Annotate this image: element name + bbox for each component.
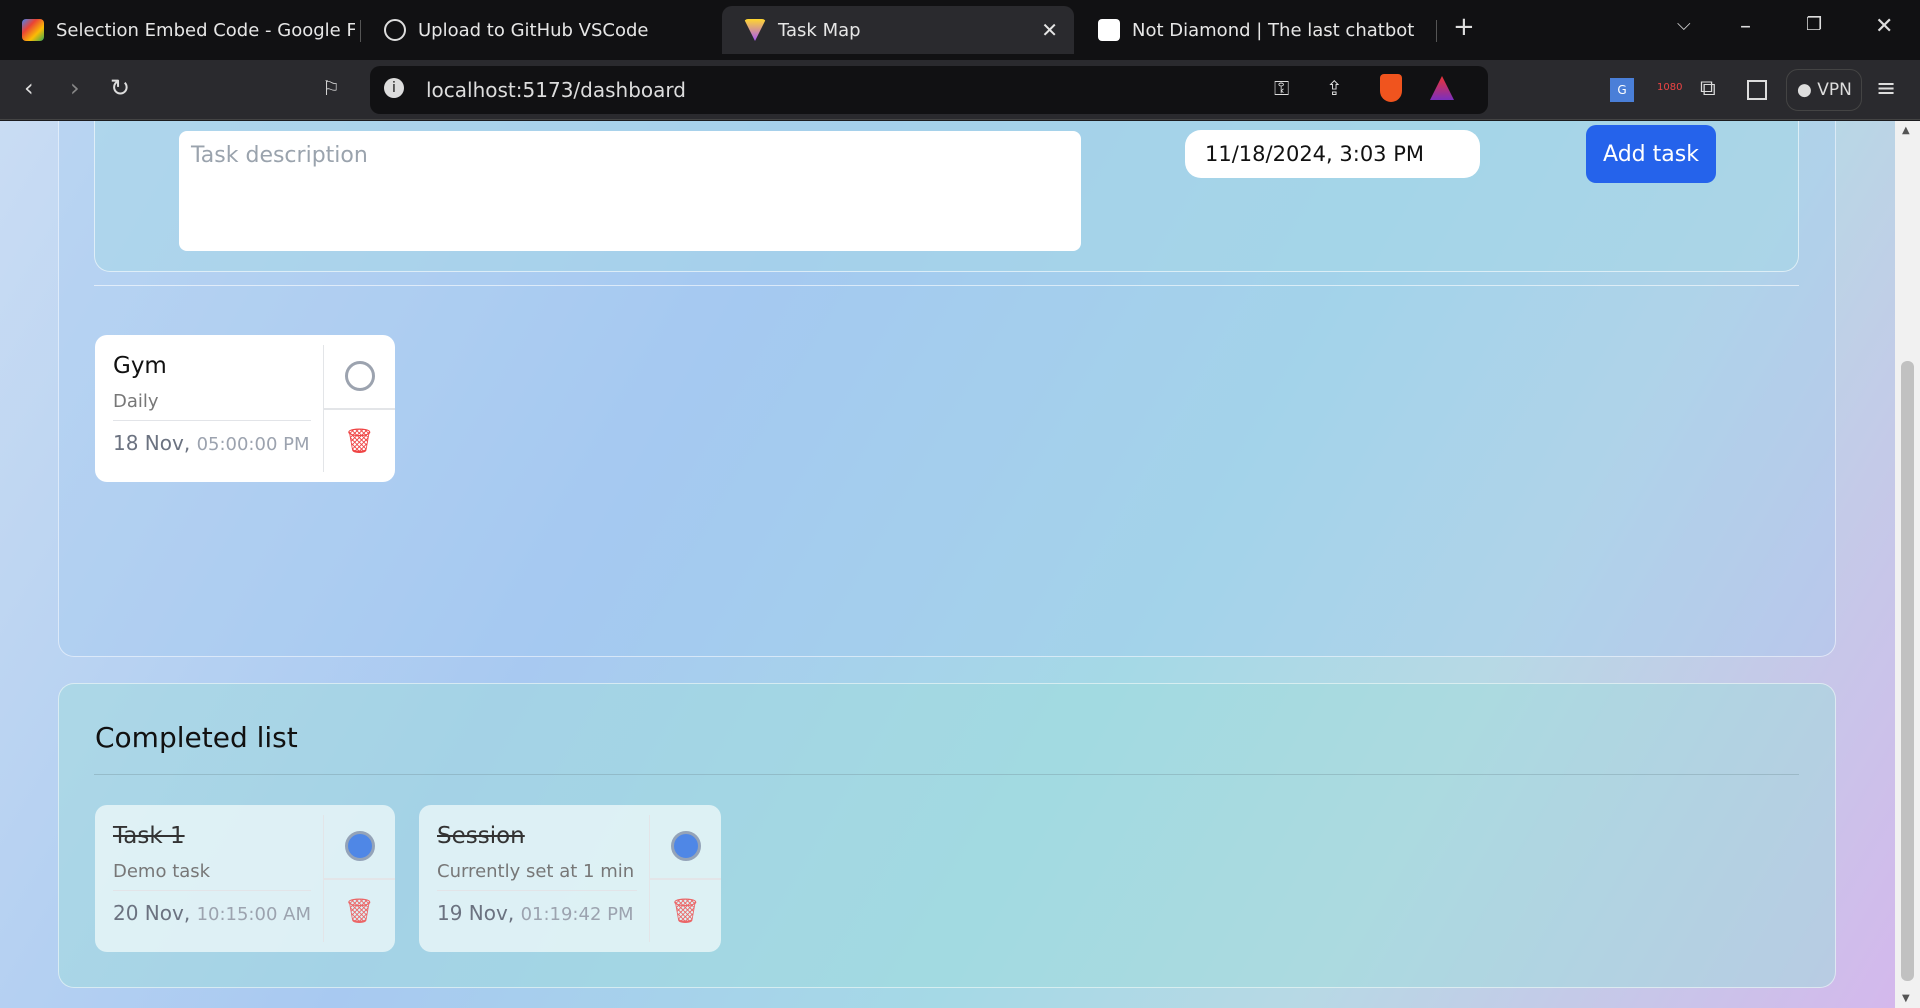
task-date: 18 Nov, bbox=[113, 431, 191, 455]
extension-1080-icon[interactable]: 1080 bbox=[1657, 82, 1682, 93]
site-info-icon[interactable]: i bbox=[384, 78, 404, 98]
task-time: 05:00:00 PM bbox=[196, 434, 310, 455]
vpn-button[interactable]: ● VPN bbox=[1786, 69, 1862, 111]
google-forms-icon bbox=[22, 19, 44, 41]
tab-separator bbox=[1436, 20, 1437, 42]
minimize-icon[interactable]: – bbox=[1740, 14, 1751, 39]
add-task-button[interactable]: Add task bbox=[1586, 125, 1716, 183]
tab-not-diamond[interactable]: Not Diamond | The last chatbot you bbox=[1076, 6, 1416, 54]
completed-check-circle-icon[interactable] bbox=[670, 831, 701, 862]
url-text[interactable]: localhost:5173/dashboard bbox=[426, 78, 686, 102]
task-title: Session bbox=[437, 823, 525, 849]
notdiamond-icon bbox=[1098, 19, 1120, 41]
task-description-input[interactable] bbox=[179, 131, 1081, 251]
task-datetime: 19 Nov, 01:19:42 PM bbox=[437, 901, 637, 925]
vite-icon bbox=[744, 19, 766, 41]
tab-google-forms[interactable]: Selection Embed Code - Google For bbox=[0, 6, 355, 54]
delete-trash-icon[interactable]: 🗑︎ bbox=[670, 897, 700, 925]
brave-rewards-icon[interactable] bbox=[1430, 76, 1454, 100]
task-time: 10:15:00 AM bbox=[196, 904, 311, 925]
task-description: Demo task bbox=[113, 861, 311, 891]
tab-title: Task Map bbox=[778, 19, 861, 41]
vpn-label: VPN bbox=[1817, 80, 1852, 100]
dashboard: Add task Gym Daily 18 Nov, 05:00:00 PM 🗑… bbox=[0, 121, 1895, 1008]
close-window-icon[interactable]: ✕ bbox=[1875, 14, 1893, 39]
task-title: Gym bbox=[113, 353, 167, 379]
share-icon[interactable]: ⇪ bbox=[1326, 76, 1343, 100]
extensions-icon[interactable]: ⧉ bbox=[1700, 76, 1716, 101]
scrollbar-thumb[interactable] bbox=[1901, 361, 1914, 981]
tab-separator bbox=[360, 20, 361, 42]
chatgpt-icon bbox=[384, 19, 406, 41]
task-date: 19 Nov, bbox=[437, 901, 515, 925]
completed-task-card: Task 1 Demo task 20 Nov, 10:15:00 AM 🗑︎ bbox=[95, 805, 395, 952]
tab-title: Upload to GitHub VSCode bbox=[418, 19, 649, 41]
scroll-down-icon[interactable]: ▼ bbox=[1902, 993, 1910, 1004]
completed-heading: Completed list bbox=[95, 721, 298, 754]
address-bar[interactable]: i localhost:5173/dashboard ⚿ ⇪ bbox=[370, 66, 1488, 114]
tab-title: Selection Embed Code - Google For bbox=[56, 19, 355, 41]
brave-shields-icon[interactable] bbox=[1380, 74, 1402, 102]
scroll-up-icon[interactable]: ▲ bbox=[1902, 125, 1910, 136]
forward-icon[interactable]: › bbox=[70, 74, 80, 102]
restore-icon[interactable]: ❐ bbox=[1806, 14, 1822, 35]
divider bbox=[94, 774, 1799, 775]
divider bbox=[94, 285, 1799, 286]
translate-icon[interactable]: G bbox=[1610, 78, 1634, 102]
delete-trash-icon[interactable]: 🗑︎ bbox=[344, 427, 374, 455]
close-tab-icon[interactable]: ✕ bbox=[1041, 18, 1058, 42]
task-description: Currently set at 1 min bbox=[437, 861, 637, 891]
complete-toggle-circle-icon[interactable] bbox=[344, 361, 375, 392]
tab-list-chevron-icon[interactable]: ⌵ bbox=[1677, 14, 1691, 35]
password-key-icon[interactable]: ⚿ bbox=[1274, 76, 1289, 100]
completed-task-card: Session Currently set at 1 min 19 Nov, 0… bbox=[419, 805, 721, 952]
task-card: Gym Daily 18 Nov, 05:00:00 PM 🗑︎ bbox=[95, 335, 395, 482]
new-tab-icon[interactable]: + bbox=[1453, 12, 1475, 42]
tab-task-map[interactable]: Task Map ✕ bbox=[722, 6, 1074, 54]
sidebar-icon[interactable] bbox=[1747, 80, 1767, 100]
navigation-bar: ‹ › ↻ ⚐ i localhost:5173/dashboard ⚿ ⇪ G… bbox=[0, 60, 1920, 120]
task-datetime: 18 Nov, 05:00:00 PM bbox=[113, 431, 311, 455]
datetime-input[interactable] bbox=[1185, 130, 1480, 178]
scrollbar[interactable]: ▲ ▼ bbox=[1895, 121, 1920, 1008]
reload-icon[interactable]: ↻ bbox=[110, 74, 130, 102]
task-description: Daily bbox=[113, 391, 311, 421]
task-date: 20 Nov, bbox=[113, 901, 191, 925]
task-title: Task 1 bbox=[113, 823, 185, 849]
menu-icon[interactable]: ≡ bbox=[1876, 74, 1896, 102]
tab-title: Not Diamond | The last chatbot you bbox=[1132, 19, 1416, 41]
back-icon[interactable]: ‹ bbox=[24, 74, 34, 102]
bookmark-icon[interactable]: ⚐ bbox=[322, 76, 340, 100]
completed-check-circle-icon[interactable] bbox=[344, 831, 375, 862]
tab-bar: Selection Embed Code - Google For Upload… bbox=[0, 0, 1920, 60]
tab-upload-github[interactable]: Upload to GitHub VSCode bbox=[362, 6, 702, 54]
delete-trash-icon[interactable]: 🗑︎ bbox=[344, 897, 374, 925]
task-time: 01:19:42 PM bbox=[520, 904, 634, 925]
task-datetime: 20 Nov, 10:15:00 AM bbox=[113, 901, 311, 925]
